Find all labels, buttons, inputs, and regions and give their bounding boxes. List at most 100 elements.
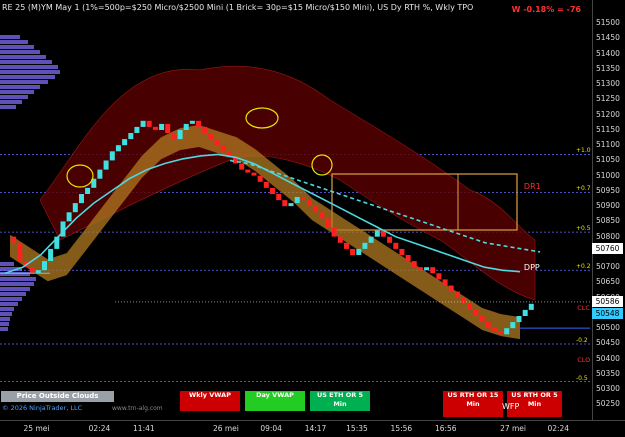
- day-vwap-button[interactable]: Day VWAP: [245, 391, 305, 411]
- time-label: 02:24: [88, 424, 111, 433]
- renko-brick: [202, 126, 208, 133]
- renko-brick: [411, 261, 417, 268]
- renko-brick: [103, 160, 109, 170]
- renko-brick: [516, 316, 522, 323]
- price-tick-label: 50950: [596, 185, 620, 195]
- renko-brick: [146, 120, 152, 127]
- renko-brick: [473, 309, 479, 316]
- time-label: 09:04: [260, 424, 282, 433]
- price-tick-label: 50900: [596, 201, 620, 211]
- wfp-label: WFP: [502, 402, 520, 411]
- renko-brick: [313, 206, 319, 213]
- renko-brick: [430, 267, 436, 274]
- price-chart[interactable]: [0, 0, 592, 420]
- price-tick-label: 50400: [596, 353, 620, 363]
- renko-brick: [461, 297, 466, 304]
- renko-brick: [257, 175, 263, 182]
- renko-brick: [442, 279, 448, 286]
- price-tick-label: 50250: [596, 399, 620, 409]
- renko-brick: [270, 187, 275, 194]
- renko-brick: [183, 123, 189, 130]
- time-label: 11:41: [133, 424, 155, 433]
- price-tick-label: 51250: [596, 94, 620, 104]
- level-label: +0.2: [576, 263, 591, 271]
- renko-brick: [528, 303, 534, 310]
- price-tick-label: 50450: [596, 338, 620, 348]
- renko-brick: [522, 309, 528, 316]
- price-tick-label: 50700: [596, 262, 620, 272]
- renko-brick: [479, 316, 485, 323]
- level-label: +1.0: [576, 147, 591, 155]
- level-label: +0.5: [576, 225, 591, 233]
- time-label: 15:56: [390, 424, 413, 433]
- time-label: 14:17: [304, 424, 327, 433]
- price-tag: 50548: [592, 308, 623, 319]
- renko-brick: [448, 285, 454, 292]
- renko-brick: [393, 242, 399, 249]
- us-rth-or-15-button[interactable]: US RTH OR 15 Min: [443, 391, 503, 417]
- renko-brick: [177, 130, 183, 140]
- renko-brick: [263, 181, 269, 188]
- renko-brick: [140, 120, 146, 127]
- price-tick-label: 51000: [596, 170, 620, 180]
- price-outside-clouds-button[interactable]: Price Outside Clouds: [1, 391, 114, 402]
- renko-brick: [122, 139, 128, 146]
- renko-brick: [282, 200, 288, 207]
- price-tick-label: 51150: [596, 124, 620, 134]
- renko-brick: [485, 322, 491, 329]
- time-label: 16:56: [434, 424, 457, 433]
- renko-brick: [48, 248, 54, 262]
- renko-brick: [245, 169, 251, 173]
- chart-annotation: DPP: [523, 262, 540, 272]
- renko-brick: [79, 194, 84, 204]
- pnl-readout: W -0.18% = -76: [511, 5, 581, 14]
- copyright-text: © 2026 NinjaTrader, LLC: [2, 404, 83, 412]
- price-tick-label: 51300: [596, 79, 620, 89]
- renko-brick: [467, 303, 473, 310]
- time-label: 02:24: [547, 424, 570, 433]
- renko-brick: [97, 169, 103, 179]
- renko-brick: [29, 267, 35, 274]
- renko-brick: [66, 212, 72, 222]
- renko-brick: [362, 242, 368, 249]
- renko-brick: [424, 267, 430, 271]
- price-tag: 50760: [592, 243, 623, 255]
- price-tick-label: 51100: [596, 140, 620, 150]
- renko-brick: [251, 172, 257, 176]
- renko-brick: [35, 270, 41, 274]
- renko-brick: [325, 218, 331, 228]
- price-tick-label: 51450: [596, 33, 620, 43]
- chart-window: { "window": { "title": "RE 25 (M)YM May …: [0, 0, 625, 437]
- renko-brick: [152, 126, 158, 130]
- renko-brick: [276, 194, 282, 201]
- renko-brick: [331, 227, 337, 237]
- renko-brick: [220, 145, 226, 152]
- chart-annotation: DR1: [523, 181, 541, 191]
- price-tick-label: 51050: [596, 155, 620, 165]
- renko-brick: [454, 291, 460, 298]
- renko-brick: [405, 255, 411, 262]
- renko-brick: [115, 145, 121, 152]
- tpo-profile-top: [0, 35, 60, 109]
- renko-brick: [72, 203, 78, 213]
- renko-brick: [134, 126, 140, 133]
- price-tag: 50586: [592, 296, 623, 308]
- renko-brick: [374, 230, 380, 237]
- level-label: -0.2: [576, 337, 588, 344]
- price-tick-label: 50300: [596, 384, 620, 394]
- time-label: 27 mei: [500, 424, 527, 433]
- renko-brick: [498, 331, 503, 335]
- renko-brick: [109, 151, 115, 161]
- time-label: 25 mei: [23, 424, 50, 433]
- renko-brick: [399, 248, 405, 255]
- renko-brick: [196, 120, 201, 127]
- renko-brick: [239, 163, 245, 170]
- wkly-vwap-button[interactable]: Wkly VWAP: [180, 391, 240, 411]
- renko-brick: [208, 133, 214, 140]
- us-eth-or-5-button[interactable]: US ETH OR 5 Min: [310, 391, 370, 411]
- renko-brick: [171, 133, 177, 140]
- renko-brick: [17, 242, 23, 262]
- price-tick-label: 51200: [596, 109, 620, 119]
- renko-brick: [42, 261, 47, 271]
- renko-brick: [417, 267, 423, 271]
